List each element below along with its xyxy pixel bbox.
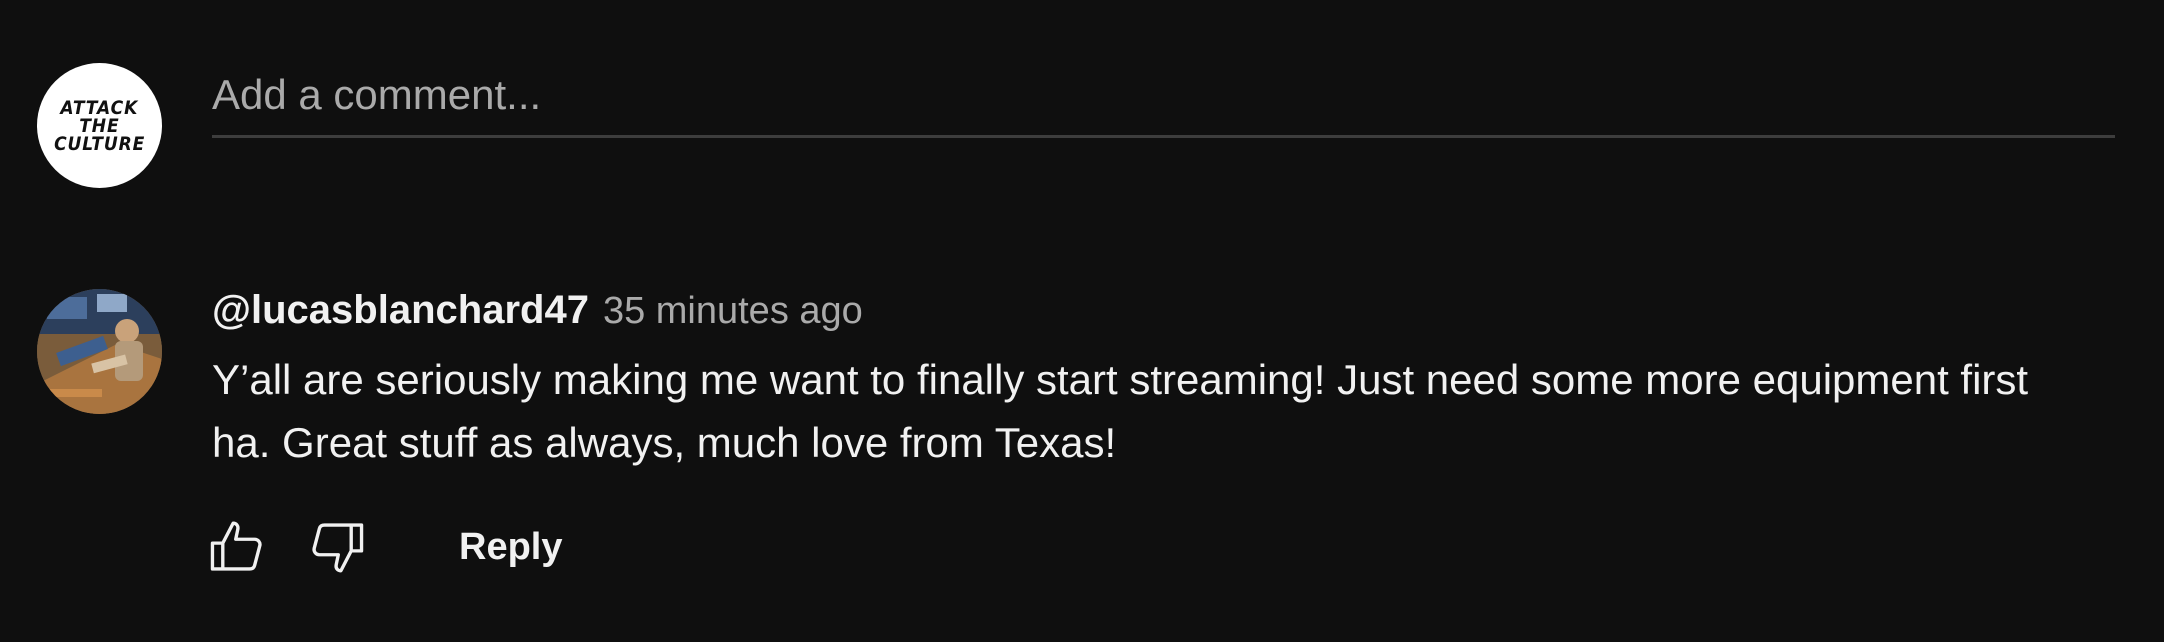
- thumbs-down-icon: [312, 523, 364, 573]
- comments-section: ATTACK THE CULTURE @lucasblanchard47 35 …: [0, 0, 2164, 642]
- comment-timestamp[interactable]: 35 minutes ago: [603, 290, 863, 333]
- commenter-avatar[interactable]: [37, 289, 162, 414]
- channel-avatar[interactable]: ATTACK THE CULTURE: [37, 63, 162, 188]
- reply-button[interactable]: Reply: [455, 520, 566, 575]
- comment-author[interactable]: @lucasblanchard47: [212, 288, 589, 333]
- dislike-button[interactable]: [305, 515, 369, 579]
- user-photo-avatar-icon: [37, 289, 162, 414]
- comment-text: Y’all are seriously making me want to fi…: [212, 356, 2029, 466]
- like-button[interactable]: [205, 515, 269, 579]
- add-comment-input[interactable]: [212, 66, 2115, 138]
- comment-header: @lucasblanchard47 35 minutes ago: [212, 288, 2112, 348]
- comment-actions: Reply: [205, 515, 566, 579]
- thumbs-up-icon: [210, 521, 262, 571]
- avatar-logo-line-3: CULTURE: [53, 132, 146, 155]
- comment: @lucasblanchard47 35 minutes ago Y’all a…: [212, 288, 2112, 474]
